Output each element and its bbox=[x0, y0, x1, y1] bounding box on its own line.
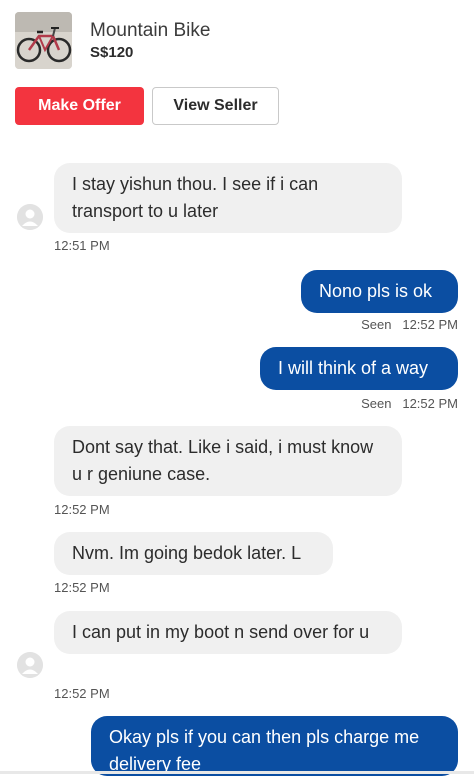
seller-avatar-icon[interactable] bbox=[17, 204, 43, 230]
incoming-message: I can put in my boot n send over for u bbox=[54, 611, 402, 654]
message-status: Seen 12:52 PM bbox=[300, 317, 458, 332]
incoming-message: Dont say that. Like i said, i must know … bbox=[54, 426, 402, 496]
outgoing-message: Okay pls if you can then pls charge me d… bbox=[91, 716, 458, 776]
make-offer-button[interactable]: Make Offer bbox=[15, 87, 144, 125]
listing-header: Mountain Bike S$120 Make Offer View Sell… bbox=[0, 0, 474, 140]
view-seller-button[interactable]: View Seller bbox=[152, 87, 279, 125]
outgoing-message: Nono pls is ok bbox=[301, 270, 458, 313]
seen-label: Seen bbox=[361, 317, 392, 332]
seen-label: Seen bbox=[361, 396, 392, 411]
bicycle-icon bbox=[15, 12, 72, 69]
listing-title[interactable]: Mountain Bike bbox=[90, 20, 210, 42]
message-timestamp: 12:52 PM bbox=[54, 686, 110, 701]
incoming-message: Nvm. Im going bedok later. L bbox=[54, 532, 333, 575]
message-timestamp: 12:51 PM bbox=[54, 238, 110, 253]
incoming-message: I stay yishun thou. I see if i can trans… bbox=[54, 163, 402, 233]
message-timestamp: 12:52 PM bbox=[402, 396, 458, 411]
message-status: Seen 12:52 PM bbox=[300, 396, 458, 411]
outgoing-message: I will think of a way bbox=[260, 347, 458, 390]
seller-avatar-icon[interactable] bbox=[17, 652, 43, 678]
message-timestamp: 12:52 PM bbox=[402, 317, 458, 332]
listing-thumbnail[interactable] bbox=[15, 12, 72, 69]
message-timestamp: 12:52 PM bbox=[54, 502, 110, 517]
listing-price: S$120 bbox=[90, 44, 134, 61]
message-timestamp: 12:52 PM bbox=[54, 580, 110, 595]
